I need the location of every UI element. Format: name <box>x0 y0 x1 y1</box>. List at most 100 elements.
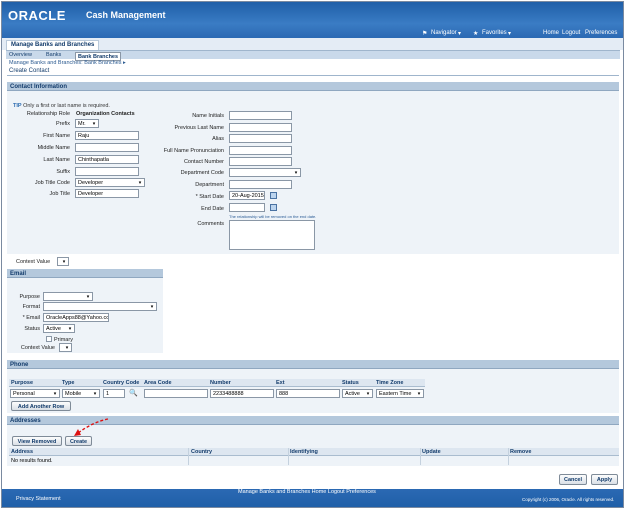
privacy-statement-link[interactable]: Privacy Statement <box>16 496 61 502</box>
address-col-country: Country <box>191 449 213 455</box>
department-label: Department <box>195 182 224 188</box>
last-name-field[interactable]: Chinthapatla <box>75 155 139 164</box>
breadcrumb-link[interactable]: Manage Banks and Branches: Bank Branches <box>9 60 122 66</box>
middle-name-label: Middle Name <box>37 145 70 151</box>
area-code-field[interactable] <box>144 389 208 398</box>
email-context-select[interactable]: ▾ <box>59 343 72 352</box>
address-col-remove: Remove <box>510 449 532 455</box>
chevron-down-icon: ▾ <box>65 345 69 351</box>
email-format-select[interactable]: ▾ <box>43 302 157 311</box>
search-icon[interactable]: 🔍 <box>129 389 138 397</box>
copyright-text: Copyright (c) 2006, Oracle. All rights r… <box>522 497 615 502</box>
primary-checkbox[interactable] <box>46 336 52 342</box>
calendar-icon[interactable] <box>270 204 277 211</box>
global-header: ORACLE Cash Management ⚑ Navigator ▾ ★ F… <box>2 2 623 38</box>
oracle-logo: ORACLE <box>8 8 66 23</box>
chevron-down-icon: ▾ <box>86 294 90 300</box>
favorites-menu[interactable]: Favorites <box>482 30 507 36</box>
name-initials-field[interactable] <box>229 111 292 120</box>
phone-number-field[interactable]: 2233488888 <box>210 389 274 398</box>
chevron-down-icon: ▾ <box>366 391 370 397</box>
previous-last-name-field[interactable] <box>229 123 292 132</box>
tip-message: Only a first or last name is required. <box>23 103 110 109</box>
phone-col-status: Status <box>342 380 359 386</box>
job-title-label: Job Title <box>49 191 70 197</box>
email-purpose-label: Purpose <box>19 294 41 300</box>
navigator-icon: ⚑ <box>422 31 428 37</box>
subtab-overview[interactable]: Overview <box>9 52 32 58</box>
context-value-select[interactable]: ▾ <box>57 257 69 266</box>
phone-purpose-value: Personal <box>13 391 35 397</box>
tip-label: TIP <box>13 103 22 109</box>
job-title-code-select[interactable]: Developer ▾ <box>75 178 145 187</box>
address-col-address: Address <box>11 449 34 455</box>
preferences-link[interactable]: Preferences <box>585 30 617 36</box>
department-field[interactable] <box>229 180 292 189</box>
phone-status-select[interactable]: Active ▾ <box>342 389 373 398</box>
first-name-field[interactable]: Raju <box>75 131 139 140</box>
chevron-down-icon: ▾ <box>53 391 57 397</box>
phone-ext-field[interactable]: 888 <box>276 389 340 398</box>
email-status-select[interactable]: Active ▾ <box>43 324 75 333</box>
logout-link[interactable]: Logout <box>562 30 580 36</box>
chevron-down-icon: ▾ <box>92 121 96 127</box>
phone-section-header: Phone <box>7 360 619 369</box>
column-divider <box>188 448 189 465</box>
calendar-icon[interactable] <box>270 192 277 199</box>
relationship-role-label: Relationship Role <box>26 111 70 117</box>
context-value-label: Context Value <box>16 259 51 265</box>
column-divider <box>288 448 289 465</box>
phone-col-ext: Ext <box>276 380 285 386</box>
highlight-arrow-icon <box>74 418 109 436</box>
phone-col-area-code: Area Code <box>144 380 172 386</box>
name-initials-label: Name Initials <box>192 113 224 119</box>
navigator-menu[interactable]: Navigator <box>431 30 457 36</box>
column-divider <box>508 448 509 465</box>
alias-field[interactable] <box>229 134 292 143</box>
comments-label: Comments <box>197 221 224 227</box>
time-zone-select[interactable]: Eastern Time ▾ <box>376 389 424 398</box>
suffix-field[interactable] <box>75 167 139 176</box>
suffix-label: Suffix <box>56 169 70 175</box>
chevron-down-icon: ▾ <box>294 170 298 176</box>
breadcrumb-arrow-icon: ▸ <box>123 60 126 66</box>
subtab-banks[interactable]: Banks <box>46 52 61 58</box>
start-date-field[interactable]: 20-Aug-2015 <box>229 191 265 200</box>
first-name-label: First Name <box>43 133 70 139</box>
apply-button[interactable]: Apply <box>591 474 618 485</box>
phone-purpose-select[interactable]: Personal ▾ <box>10 389 60 398</box>
comments-textarea[interactable] <box>229 220 315 250</box>
job-title-code-label: Job Title Code <box>34 180 70 186</box>
prefix-select[interactable]: Mr. ▾ <box>75 119 99 128</box>
department-code-select[interactable]: ▾ <box>229 168 301 177</box>
job-title-field[interactable]: Developer <box>75 189 139 198</box>
full-name-pronunciation-label: Full Name Pronunciation <box>163 148 224 154</box>
alias-label: Alias <box>212 136 224 142</box>
relationship-role-value: Organization Contacts <box>76 111 135 117</box>
email-purpose-select[interactable]: ▾ <box>43 292 93 301</box>
home-link[interactable]: Home <box>543 30 559 36</box>
cancel-button[interactable]: Cancel <box>559 474 587 485</box>
country-code-field[interactable]: 1 <box>103 389 125 398</box>
navigator-chevron-icon[interactable]: ▾ <box>458 30 461 37</box>
phone-col-time-zone: Time Zone <box>376 380 404 386</box>
tip-text: TIP Only a first or last name is require… <box>13 103 110 109</box>
contact-number-field[interactable] <box>229 157 292 166</box>
chevron-down-icon: ▾ <box>93 391 97 397</box>
phone-type-select[interactable]: Mobile ▾ <box>62 389 100 398</box>
prefix-value: Mr. <box>78 121 86 127</box>
email-address-field[interactable]: OracleApps88@Yahoo.cc <box>43 313 109 322</box>
tab-manage-banks[interactable]: Manage Banks and Branches <box>6 40 100 50</box>
footer-links[interactable]: Manage Banks and Branches Home Logout Pr… <box>238 489 376 495</box>
time-zone-value: Eastern Time <box>379 391 412 397</box>
favorites-icon: ★ <box>473 31 479 37</box>
favorites-chevron-icon[interactable]: ▾ <box>508 30 511 37</box>
middle-name-field[interactable] <box>75 143 139 152</box>
page-footer: Privacy Statement Manage Banks and Branc… <box>2 489 623 507</box>
last-name-label: Last Name <box>43 157 70 163</box>
breadcrumb[interactable]: Manage Banks and Branches: Bank Branches… <box>9 60 126 66</box>
add-another-row-button[interactable]: Add Another Row <box>11 401 71 411</box>
end-date-field[interactable] <box>229 203 265 212</box>
full-name-pronunciation-field[interactable] <box>229 146 292 155</box>
view-removed-button[interactable]: View Removed <box>12 436 62 446</box>
